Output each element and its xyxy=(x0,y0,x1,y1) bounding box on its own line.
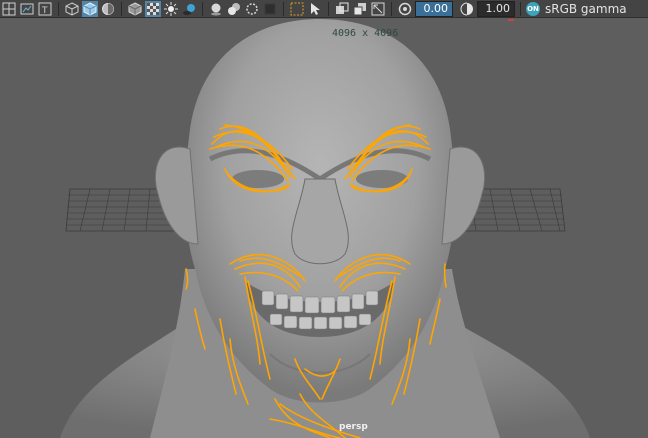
color-management-toggle-icon[interactable]: ON xyxy=(526,1,540,16)
toolbar-separator xyxy=(121,1,122,16)
scene-render xyxy=(60,19,590,438)
resolution-gate-icon[interactable]: T xyxy=(37,1,53,17)
gamma-field[interactable]: 1.00 xyxy=(477,0,515,17)
isolate-select-icon[interactable] xyxy=(289,1,305,17)
anti-aliasing-icon[interactable] xyxy=(244,1,260,17)
perspective-viewport[interactable]: 4096 x 4096 persp xyxy=(0,19,648,438)
resolution-gate-toggle-icon[interactable] xyxy=(370,1,386,17)
film-gate-icon[interactable] xyxy=(19,1,35,17)
camera-name-label: persp xyxy=(339,422,368,432)
depth-of-field-icon[interactable] xyxy=(262,1,278,17)
xray-joints-icon[interactable] xyxy=(334,1,350,17)
xray-components-icon[interactable] xyxy=(352,1,368,17)
toolbar-separator xyxy=(58,1,59,16)
shadows-icon[interactable] xyxy=(181,1,197,17)
viewport-toolbar: T 0.00 1.00 ON sRGB gamma xyxy=(0,0,648,18)
toolbar-separator xyxy=(328,1,329,16)
toolbar-separator xyxy=(283,1,284,16)
wireframe-icon[interactable] xyxy=(64,1,80,17)
gamma-icon[interactable] xyxy=(459,1,475,17)
color-space-label[interactable]: sRGB gamma xyxy=(545,2,627,16)
motion-blur-icon[interactable] xyxy=(226,1,242,17)
smooth-shade-icon[interactable] xyxy=(82,0,98,17)
lights-icon[interactable] xyxy=(163,1,179,17)
ambient-occlusion-icon[interactable] xyxy=(208,1,224,17)
toolbar-separator xyxy=(202,1,203,16)
bounding-box-icon[interactable] xyxy=(127,1,143,17)
grid-icon[interactable] xyxy=(1,1,17,17)
exposure-icon[interactable] xyxy=(397,1,413,17)
resolution-gate-label: 4096 x 4096 xyxy=(332,28,399,39)
xray-icon[interactable] xyxy=(307,1,323,17)
exposure-field[interactable]: 0.00 xyxy=(415,0,453,17)
maya-viewport-window: T 0.00 1.00 ON sRGB gamma 4096 x 4096 pe… xyxy=(0,0,648,438)
svg-text:T: T xyxy=(41,6,48,16)
textured-icon[interactable] xyxy=(145,0,161,17)
toolbar-separator xyxy=(520,1,521,16)
flat-shade-icon[interactable] xyxy=(100,1,116,17)
toolbar-separator xyxy=(391,1,392,16)
